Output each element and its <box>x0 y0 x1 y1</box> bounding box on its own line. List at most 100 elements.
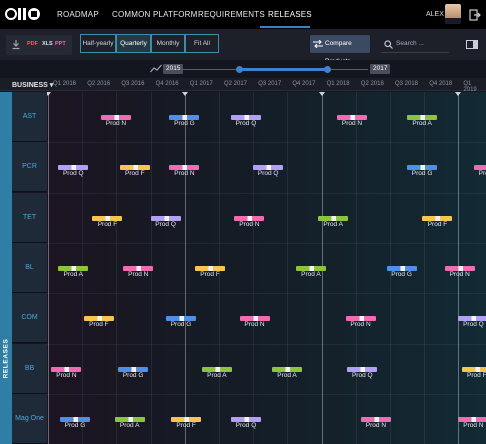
nav-roadmap[interactable]: ROADMAP <box>57 10 99 19</box>
row-separator <box>12 192 486 194</box>
release-chip[interactable]: Prod Q <box>253 165 284 179</box>
release-chip[interactable]: Prod F <box>83 316 114 330</box>
export-ppt-button[interactable]: PPT <box>55 41 66 47</box>
release-chip[interactable]: Prod F <box>461 366 486 381</box>
release-chip[interactable]: Prod A <box>272 366 302 381</box>
release-label: Prod Q <box>257 170 279 178</box>
download-icon[interactable] <box>12 40 20 50</box>
release-label: Prod Q <box>235 120 257 127</box>
releases-app: ROADMAP COMMON PLATFORM REQUIREMENTS REL… <box>0 0 486 444</box>
release-chip[interactable]: Prod A <box>201 366 232 381</box>
quarter-label: Q3 2018 <box>395 81 419 87</box>
release-chip[interactable]: Prod N <box>336 115 367 129</box>
range-start-handle[interactable] <box>236 66 243 73</box>
app-logo[interactable] <box>5 5 43 23</box>
release-chip[interactable]: Prod A <box>318 215 349 230</box>
release-chip[interactable]: Prod G <box>386 265 417 280</box>
row-label-text: BB <box>24 364 35 372</box>
row-label-mag-one[interactable]: Mag One <box>12 393 47 444</box>
row-label-bb[interactable]: BB <box>12 343 47 394</box>
release-chip[interactable]: Prod Q <box>347 366 378 381</box>
release-label: Prod N <box>239 220 260 228</box>
release-chip[interactable]: Prod N <box>169 165 200 179</box>
release-label: Prod N <box>56 371 77 379</box>
release-label: Prod Q <box>351 371 373 379</box>
release-label: Prod A <box>207 371 227 379</box>
release-chip[interactable]: Prod N <box>360 416 391 431</box>
quarter-label: Q1 2016 <box>53 81 77 87</box>
quarter-label: Q2 2018 <box>360 81 384 87</box>
release-chip[interactable]: Prod A <box>114 416 145 431</box>
release-chip[interactable]: Prod G <box>118 366 149 381</box>
release-chip[interactable]: Prod N <box>123 265 154 280</box>
row-label-ast[interactable]: AST <box>12 92 47 142</box>
release-chip[interactable]: Prod N <box>473 165 486 179</box>
release-label: Prod A <box>277 371 297 379</box>
release-chip[interactable]: Prod N <box>239 316 270 330</box>
search-icon <box>384 40 393 49</box>
release-chip[interactable]: Prod A <box>295 265 326 280</box>
release-chip[interactable]: Prod F <box>119 165 150 179</box>
export-pdf-button[interactable]: PDF <box>27 41 38 47</box>
row-separator <box>12 142 486 144</box>
view-fit-all[interactable]: Fit All <box>185 34 219 53</box>
trend-icon <box>150 64 162 73</box>
release-chip[interactable]: Prod Q <box>230 115 261 129</box>
quarter-divider <box>424 92 426 444</box>
nav-releases[interactable]: RELEASES <box>268 10 312 19</box>
release-label: Prod Q <box>235 421 257 429</box>
year-marker <box>318 92 325 96</box>
range-slider-fill <box>238 68 328 71</box>
collapse-panel-icon[interactable] <box>466 40 478 49</box>
release-chip[interactable]: Prod N <box>51 366 82 381</box>
release-chip[interactable]: Prod Q <box>230 416 261 431</box>
quarter-label: Q1 2017 <box>189 81 213 87</box>
release-chip[interactable]: Prod N <box>101 115 131 129</box>
release-chip[interactable]: Prod Q <box>458 316 486 330</box>
row-label-tet[interactable]: TET <box>12 192 47 243</box>
release-chip[interactable]: Prod G <box>59 416 90 431</box>
row-label-text: AST <box>22 113 37 120</box>
release-chip[interactable]: Prod Q <box>150 215 181 230</box>
nav-common-platform[interactable]: COMMON PLATFORM <box>112 10 198 19</box>
export-xls-button[interactable]: XLS <box>42 41 53 47</box>
release-chip[interactable]: Prod F <box>92 215 123 230</box>
quarter-divider <box>355 92 357 444</box>
release-label: Prod F <box>97 220 118 228</box>
release-chip[interactable]: Prod A <box>407 115 438 129</box>
release-chip[interactable]: Prod A <box>58 265 89 280</box>
release-chip[interactable]: Prod G <box>407 165 438 179</box>
row-label-text: PCR <box>22 163 37 171</box>
row-label-com[interactable]: COM <box>12 293 47 344</box>
releases-side-label: RELEASES <box>2 338 10 379</box>
release-chip[interactable]: Prod N <box>234 215 265 230</box>
range-start-year: 2015 <box>163 64 184 74</box>
year-divider <box>184 92 186 444</box>
user-name[interactable]: ALEX <box>426 11 444 18</box>
release-chip[interactable]: Prod F <box>422 215 453 230</box>
avatar[interactable] <box>445 4 461 24</box>
side-strip: RELEASES <box>0 92 12 444</box>
release-chip[interactable]: Prod N <box>444 265 475 280</box>
release-label: Prod A <box>323 220 343 228</box>
quarter-label: Q4 2017 <box>292 81 316 87</box>
nav-requirements[interactable]: REQUIREMENTS <box>198 10 265 19</box>
release-label: Prod G <box>64 421 86 429</box>
release-chip[interactable]: Prod N <box>345 316 376 330</box>
view-quarterly[interactable]: Quarterly <box>116 34 151 53</box>
row-label-pcr[interactable]: PCR <box>12 142 47 193</box>
release-chip[interactable]: Prod G <box>165 316 196 330</box>
logout-icon[interactable] <box>469 9 481 21</box>
release-chip[interactable]: Prod Q <box>58 165 89 179</box>
view-half-yearly[interactable]: Half-yearly <box>80 34 116 53</box>
view-monthly[interactable]: Monthly <box>151 34 185 53</box>
release-chip[interactable]: Prod G <box>169 115 200 129</box>
release-chip[interactable]: Prod F <box>171 416 202 431</box>
release-label: Prod N <box>244 321 265 329</box>
release-chip[interactable]: Prod F <box>195 265 226 280</box>
business-filter[interactable]: BUSINESS ▾ <box>12 81 53 89</box>
release-chip[interactable]: Prod N <box>458 416 486 431</box>
row-label-bl[interactable]: BL <box>12 242 47 293</box>
release-label: Prod F <box>125 170 145 178</box>
quarter-divider <box>287 92 289 444</box>
